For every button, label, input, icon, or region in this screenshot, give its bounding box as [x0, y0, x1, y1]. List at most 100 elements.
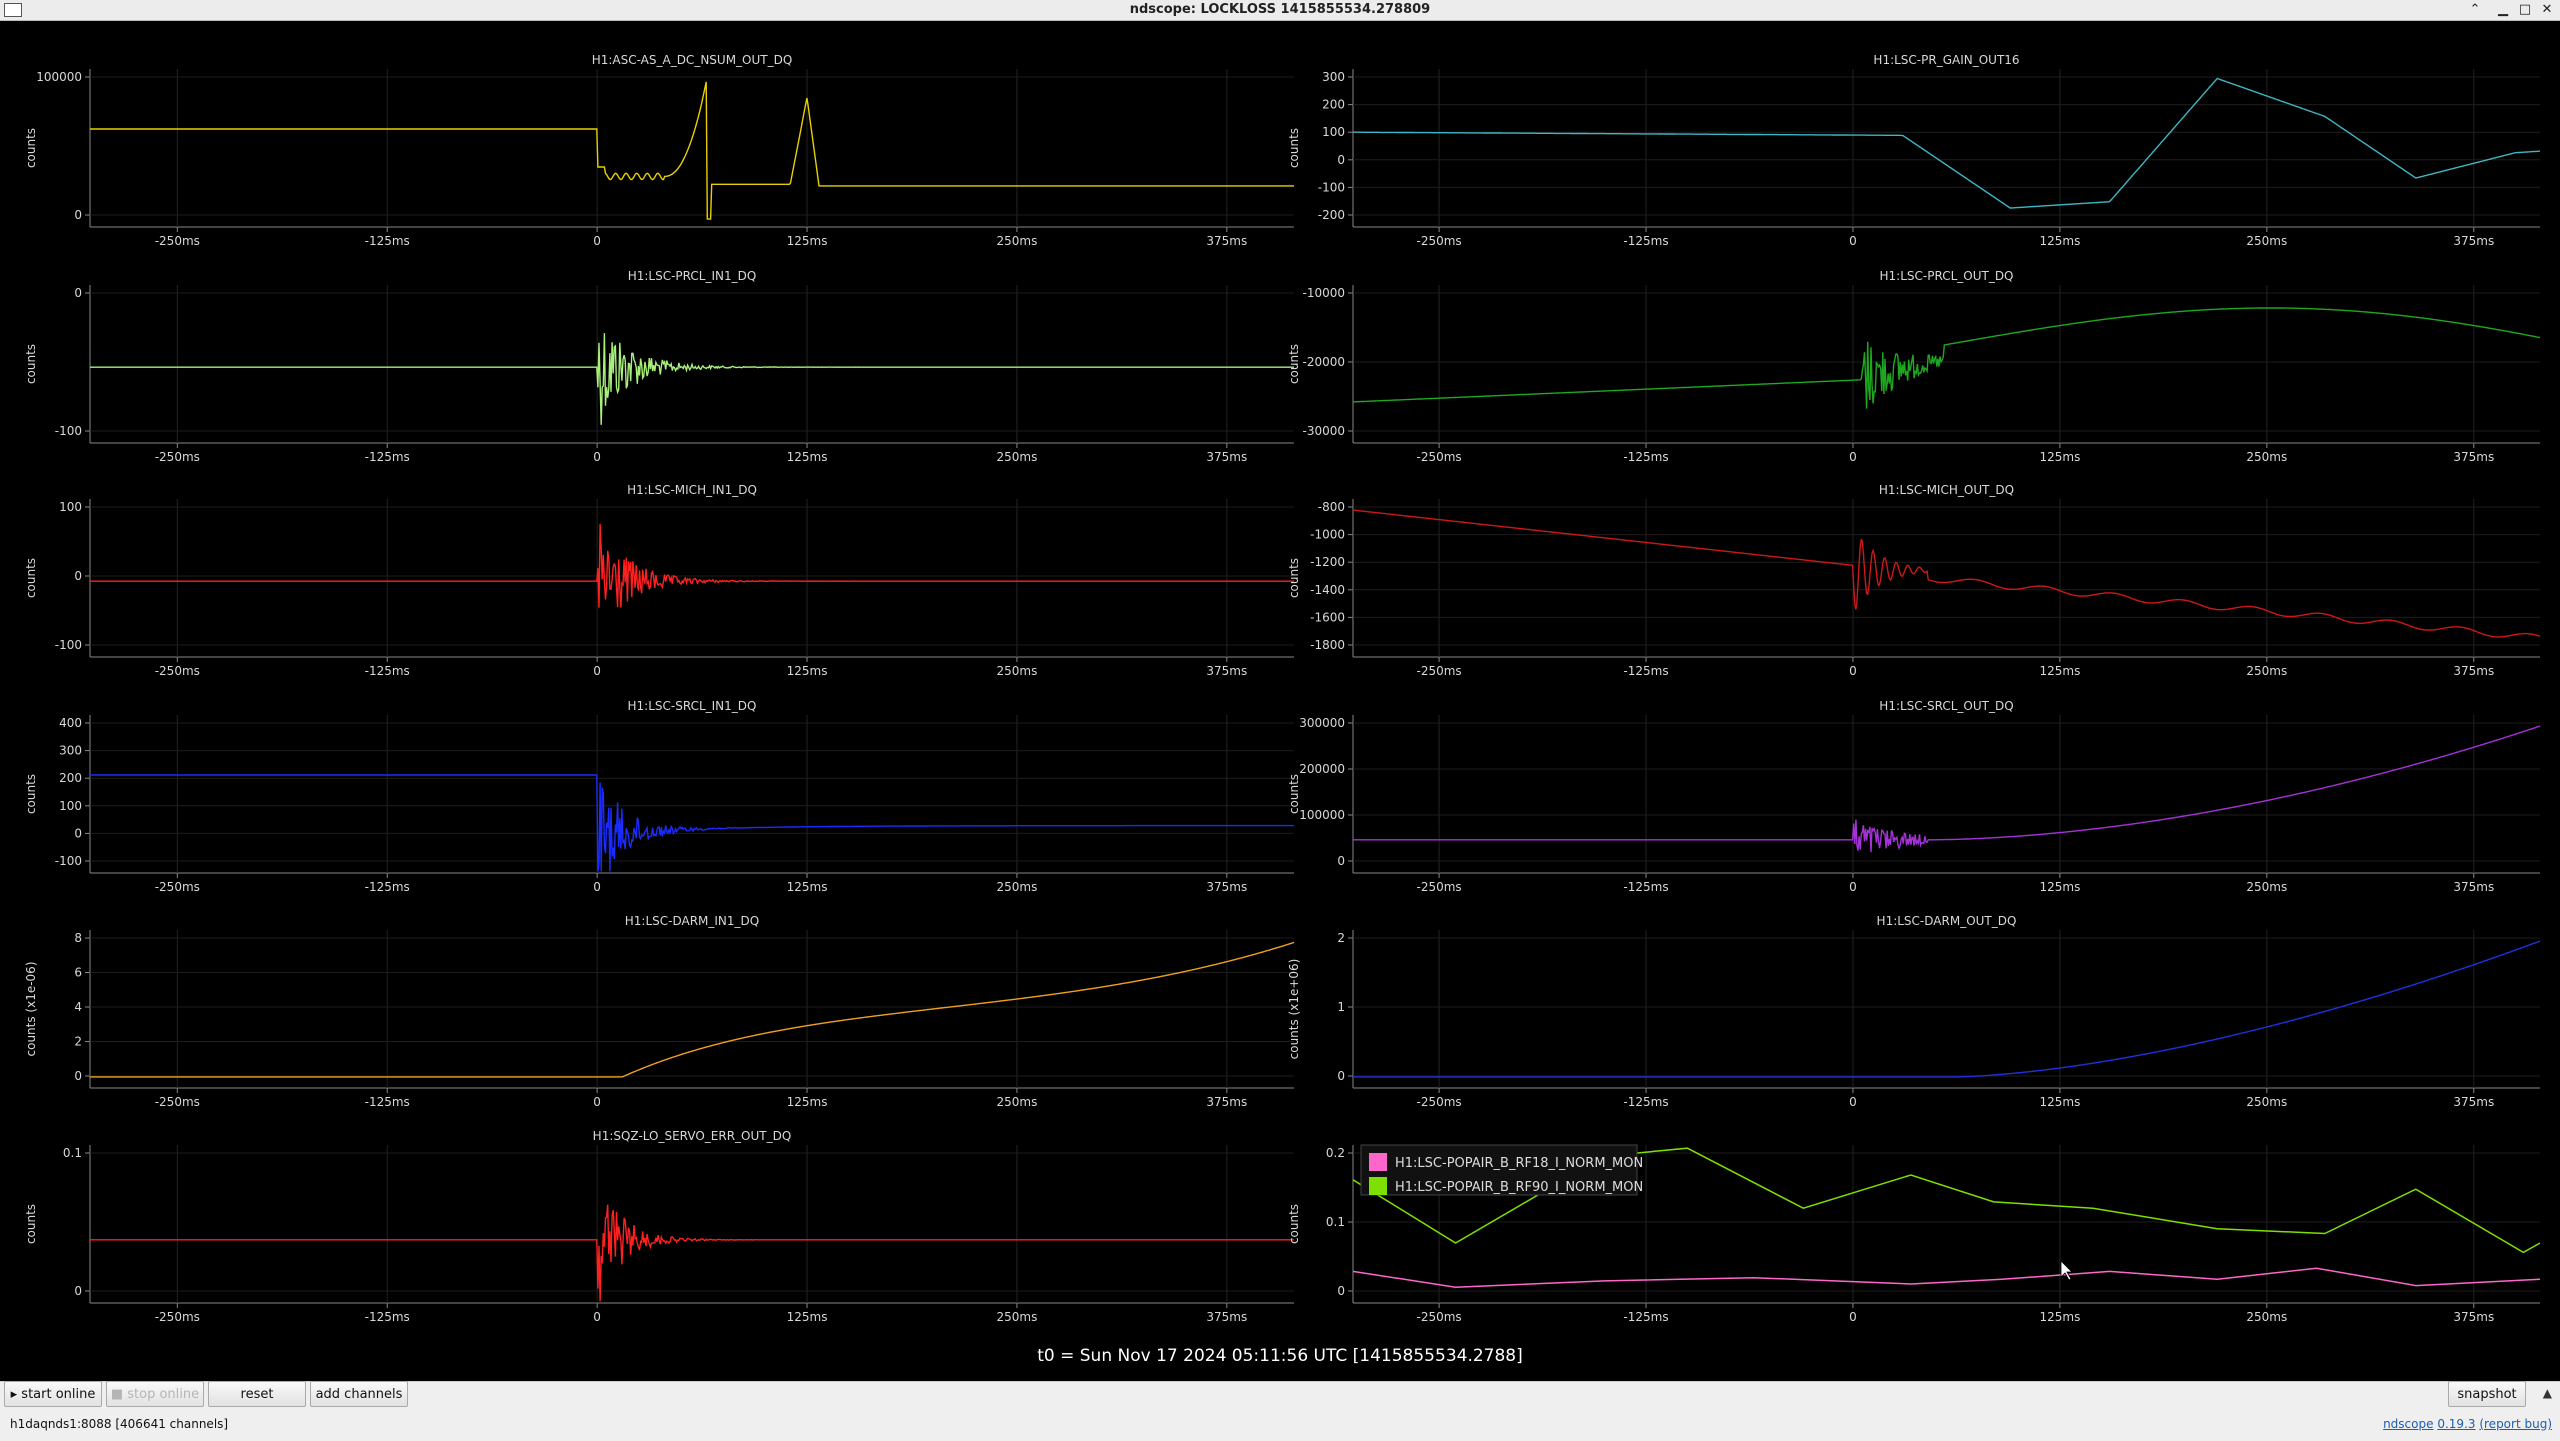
x-tick-label: -125ms [365, 450, 410, 464]
x-tick-label: -125ms [365, 1095, 410, 1109]
version-link[interactable]: 0.19.3 [2437, 1417, 2475, 1431]
y-tick-label: 200 [1322, 98, 1345, 112]
x-tick-label: 0 [593, 450, 601, 464]
y-tick-label: 1 [1337, 1000, 1345, 1014]
trace-h1-sqz-lo-servo-err-out-dq [90, 1204, 1294, 1302]
legend-label: H1:LSC-POPAIR_B_RF90_I_NORM_MON [1395, 1180, 1643, 1195]
x-tick-label: -250ms [155, 1310, 200, 1324]
y-tick-label: -800 [1318, 500, 1345, 514]
y-tick-label: 0.1 [63, 1146, 82, 1160]
x-tick-label: 125ms [787, 450, 828, 464]
x-tick-label: -125ms [365, 234, 410, 248]
plot-title: H1:LSC-PR_GAIN_OUT16 [1873, 53, 2019, 67]
app-link[interactable]: ndscope [2383, 1417, 2433, 1431]
x-tick-label: 250ms [2246, 1095, 2287, 1109]
y-tick-label: 0 [74, 826, 82, 840]
x-tick-label: -250ms [1416, 450, 1461, 464]
snapshot-button[interactable]: snapshot [2448, 1381, 2526, 1407]
x-tick-label: 250ms [996, 1095, 1037, 1109]
x-tick-label: 0 [593, 1095, 601, 1109]
y-tick-label: -20000 [1302, 355, 1345, 369]
y-tick-label: 0 [74, 286, 82, 300]
minimize-icon[interactable]: ▁ [2494, 1, 2512, 19]
y-tick-label: 0 [74, 1069, 82, 1083]
y-tick-label: -10000 [1302, 286, 1345, 300]
x-tick-label: 125ms [787, 664, 828, 678]
keep-above-icon[interactable]: ⌃ [2466, 1, 2484, 19]
x-tick-label: 375ms [1206, 450, 1247, 464]
x-tick-label: -250ms [155, 234, 200, 248]
x-tick-label: 125ms [787, 234, 828, 248]
nds-server: h1daqnds1:8088 [10, 1417, 112, 1431]
y-tick-label: -100 [1318, 180, 1345, 194]
y-axis-label: counts [24, 558, 38, 598]
stop-online-button[interactable]: ■ stop online [106, 1381, 204, 1407]
x-tick-label: -250ms [1416, 664, 1461, 678]
x-tick-label: 375ms [2453, 1310, 2494, 1324]
x-tick-label: 250ms [996, 664, 1037, 678]
x-tick-label: 0 [1849, 880, 1857, 894]
x-tick-label: 375ms [2453, 880, 2494, 894]
window-titlebar: ndscope: LOCKLOSS 1415855534.278809 ⌃ ▁ … [0, 0, 2560, 21]
y-tick-label: 0 [1337, 1069, 1345, 1083]
plot-title: H1:LSC-MICH_OUT_DQ [1879, 483, 2014, 497]
x-tick-label: 0 [1849, 234, 1857, 248]
trace-h1-asc-as-a-dc-nsum-out-dq [90, 81, 1294, 220]
x-tick-label: -250ms [155, 880, 200, 894]
y-tick-label: 300000 [1299, 716, 1345, 730]
x-tick-label: 125ms [2039, 1095, 2080, 1109]
x-tick-label: 375ms [1206, 1095, 1247, 1109]
maximize-icon[interactable]: □ [2516, 1, 2534, 19]
trace-h1-lsc-prcl-in1-dq [90, 333, 1294, 425]
add-channels-button[interactable]: add channels [310, 1381, 408, 1407]
x-tick-label: 375ms [1206, 664, 1247, 678]
y-tick-label: -1000 [1310, 528, 1345, 542]
collapse-toolbar-icon[interactable]: ▲ [2543, 1386, 2552, 1400]
y-tick-label: 100 [59, 799, 82, 813]
plot-canvas[interactable]: H1:ASC-AS_A_DC_NSUM_OUT_DQ -250ms -125ms 0 1… [0, 21, 2560, 1381]
y-tick-label: 100 [59, 500, 82, 514]
version-info: ndscope 0.19.3 (report bug) [2383, 1417, 2552, 1431]
report-bug-link[interactable]: (report bug) [2479, 1417, 2552, 1431]
y-tick-label: 300 [1322, 70, 1345, 84]
x-tick-label: 0 [593, 234, 601, 248]
close-icon[interactable]: ✕ [2538, 1, 2556, 19]
y-axis-label: counts (x1e+06) [1287, 959, 1301, 1060]
plot-grid[interactable]: H1:ASC-AS_A_DC_NSUM_OUT_DQ -250ms -125ms 0 1… [0, 21, 2560, 1381]
plot-title: H1:SQZ-LO_SERVO_ERR_OUT_DQ [593, 1129, 792, 1143]
y-tick-label: 0.1 [1326, 1215, 1345, 1229]
x-tick-label: -125ms [1623, 450, 1668, 464]
channel-count: [406641 channels] [115, 1417, 229, 1431]
x-tick-label: 125ms [787, 1310, 828, 1324]
y-tick-label: 400 [59, 716, 82, 730]
x-tick-label: -250ms [155, 664, 200, 678]
trace-h1-lsc-mich-in1-dq [90, 524, 1294, 608]
x-tick-label: 250ms [2246, 1310, 2287, 1324]
x-tick-label: 375ms [2453, 664, 2494, 678]
x-tick-label: 0 [1849, 1310, 1857, 1324]
y-tick-label: 0 [74, 569, 82, 583]
x-tick-label: 375ms [2453, 234, 2494, 248]
start-online-button[interactable]: ▸ start online [4, 1381, 102, 1407]
x-tick-label: 250ms [996, 234, 1037, 248]
x-tick-label: -125ms [1623, 234, 1668, 248]
reset-button[interactable]: reset [208, 1381, 306, 1407]
plot-title: H1:LSC-SRCL_IN1_DQ [628, 699, 757, 713]
y-tick-label: -1800 [1310, 638, 1345, 652]
y-tick-label: -200 [1318, 208, 1345, 222]
x-tick-label: 125ms [2039, 450, 2080, 464]
x-tick-label: -250ms [1416, 880, 1461, 894]
plot-title: H1:LSC-DARM_IN1_DQ [625, 914, 759, 928]
x-tick-label: 125ms [2039, 664, 2080, 678]
y-tick-label: 100 [1322, 125, 1345, 139]
plot-title: H1:LSC-MICH_IN1_DQ [627, 483, 757, 497]
y-tick-label: -1200 [1310, 555, 1345, 569]
x-tick-label: -125ms [1623, 1310, 1668, 1324]
y-axis-label: counts [24, 344, 38, 384]
x-tick-label: -250ms [155, 1095, 200, 1109]
y-axis-label: counts [24, 128, 38, 168]
x-tick-label: 0 [593, 1310, 601, 1324]
x-tick-label: 125ms [2039, 1310, 2080, 1324]
trace-rf18 [1352, 1267, 2541, 1288]
x-tick-label: 250ms [2246, 234, 2287, 248]
